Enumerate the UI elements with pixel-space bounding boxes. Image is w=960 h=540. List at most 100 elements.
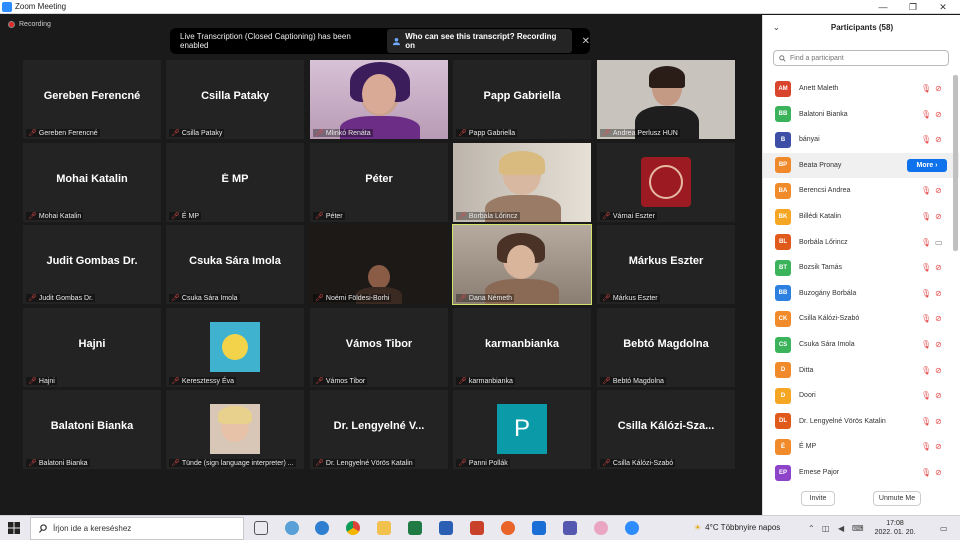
muted-mic-icon[interactable]: 🎙︎ <box>921 289 931 298</box>
file-explorer-icon[interactable] <box>377 521 391 535</box>
muted-mic-icon[interactable]: 🎙︎ <box>921 84 931 93</box>
participant-row[interactable]: D Doori 🎙︎ ⊘ <box>763 383 959 408</box>
participant-row[interactable]: Bbányai 🎙︎ ⊘ <box>763 127 959 152</box>
participant-row[interactable]: BK Billédi Katalin 🎙︎ ⊘ <box>763 204 959 229</box>
video-tile[interactable]: Mohai Katalin 🎤︎ Mohai Katalin <box>23 143 161 222</box>
taskbar-search-input[interactable]: Írjon ide a kereséshez <box>30 517 244 540</box>
unmute-me-button[interactable]: Unmute Me <box>873 491 921 506</box>
language-icon[interactable]: ⌨ <box>852 524 864 533</box>
video-tile[interactable]: Dr. Lengyelné V... 🎤︎ Dr. Lengyelné Vörös … <box>310 390 448 469</box>
muted-mic-icon[interactable]: 🎙︎ <box>921 442 931 451</box>
video-tile[interactable]: Csilla Pataky 🎤︎ Csilla Pataky <box>166 60 304 139</box>
word-icon[interactable] <box>439 521 453 535</box>
muted-mic-icon[interactable]: 🎙︎ <box>921 135 931 144</box>
chrome-icon[interactable] <box>346 521 360 535</box>
video-tile[interactable]: Papp Gabriella 🎤︎ Papp Gabriella <box>453 60 591 139</box>
more-button[interactable]: More › <box>907 158 947 172</box>
muted-mic-icon[interactable]: 🎙︎ <box>921 314 931 323</box>
video-tile[interactable]: 🎤︎ Keresztessy Éva <box>166 308 304 387</box>
video-tile[interactable]: Vámos Tibor 🎤︎ Vámos Tibor <box>310 308 448 387</box>
outlook-icon[interactable] <box>532 521 546 535</box>
zoom-taskbar-icon[interactable] <box>625 521 639 535</box>
muted-mic-icon[interactable]: 🎙︎ <box>921 263 931 272</box>
video-tile[interactable]: Gereben Ferencné 🎤︎ Gereben Ferencné <box>23 60 161 139</box>
camera-on-icon[interactable]: ▭ <box>935 238 943 247</box>
camera-off-icon[interactable]: ⊘ <box>935 135 942 144</box>
tray-chevron-icon[interactable]: ⌃ <box>808 524 815 533</box>
maximize-button[interactable]: ❐ <box>900 0 926 14</box>
notifications-icon[interactable]: ▭ <box>940 524 948 533</box>
participant-search-input[interactable]: Find a participant <box>773 50 949 66</box>
muted-mic-icon[interactable]: 🎙︎ <box>921 340 931 349</box>
camera-off-icon[interactable]: ⊘ <box>935 314 942 323</box>
participant-list-scrollbar[interactable] <box>953 75 958 251</box>
taskbar-clock[interactable]: 17:08 2022. 01. 20. <box>870 519 920 537</box>
participant-row[interactable]: É É MP 🎙︎ ⊘ <box>763 434 959 459</box>
participant-row[interactable]: DL Dr. Lengyelné Vörös Katalin 🎙︎ ⊘ <box>763 409 959 434</box>
participant-row[interactable]: EP Emese Pajor 🎙︎ ⊘ <box>763 460 959 485</box>
muted-mic-icon[interactable]: 🎙︎ <box>921 238 931 247</box>
video-tile[interactable]: 🎤︎ Mlinkó Renáta <box>310 60 448 139</box>
excel-icon[interactable] <box>408 521 422 535</box>
muted-mic-icon[interactable]: 🎙︎ <box>921 391 931 400</box>
camera-off-icon[interactable]: ⊘ <box>935 340 942 349</box>
paint-icon[interactable] <box>594 521 608 535</box>
video-tile[interactable]: Márkus Eszter 🎤︎ Márkus Eszter <box>597 225 735 304</box>
camera-off-icon[interactable]: ⊘ <box>935 366 942 375</box>
camera-off-icon[interactable]: ⊘ <box>935 391 942 400</box>
camera-off-icon[interactable]: ⊘ <box>935 110 942 119</box>
camera-off-icon[interactable]: ⊘ <box>935 84 942 93</box>
camera-off-icon[interactable]: ⊘ <box>935 468 942 477</box>
participant-row[interactable]: BT Bozsik Tamás 🎙︎ ⊘ <box>763 255 959 280</box>
task-view-icon[interactable] <box>254 521 268 535</box>
edge-icon[interactable] <box>315 521 329 535</box>
camera-off-icon[interactable]: ⊘ <box>935 289 942 298</box>
invite-button[interactable]: Invite <box>801 491 835 506</box>
video-tile[interactable]: Bebtó Magdolna 🎤︎ Bebtó Magdolna <box>597 308 735 387</box>
video-tile[interactable]: Judit Gombas Dr. 🎤︎ Judit Gombas Dr. <box>23 225 161 304</box>
video-tile[interactable]: É MP 🎤︎ É MP <box>166 143 304 222</box>
video-tile[interactable]: 🎤︎ Tünde (sign language interpreter) ... <box>166 390 304 469</box>
video-tile[interactable]: 🎤︎ Várnai Eszter <box>597 143 735 222</box>
camera-off-icon[interactable]: ⊘ <box>935 417 942 426</box>
participant-row[interactable]: BL Borbála Lőrincz 🎙︎ ▭ <box>763 230 959 255</box>
participant-row[interactable]: CK Csilla Kálózi-Szabó 🎙︎ ⊘ <box>763 306 959 331</box>
camera-off-icon[interactable]: ⊘ <box>935 442 942 451</box>
video-tile[interactable]: 🎤︎ Noémi Földesi-Borhi <box>310 225 448 304</box>
participant-row[interactable]: BB Balatoni Bianka 🎙︎ ⊘ <box>763 102 959 127</box>
edge-legacy-icon[interactable] <box>285 521 299 535</box>
video-tile[interactable]: Péter 🎤︎ Péter <box>310 143 448 222</box>
collapse-chevron-icon[interactable]: ⌄ <box>773 15 780 41</box>
muted-mic-icon[interactable]: 🎙︎ <box>921 212 931 221</box>
participant-row[interactable]: CS Csuka Sára Imola 🎙︎ ⊘ <box>763 332 959 357</box>
participant-row[interactable]: AM Anett Maleth 🎙︎ ⊘ <box>763 76 959 101</box>
banner-close-button[interactable]: ✕ <box>582 36 590 47</box>
video-tile[interactable]: 🎤︎ Andrea Perlusz HUN <box>597 60 735 139</box>
muted-mic-icon[interactable]: 🎙︎ <box>921 186 931 195</box>
windows-start-icon[interactable] <box>8 522 20 534</box>
participant-row[interactable]: BA Berencsi Andrea 🎙︎ ⊘ <box>763 178 959 203</box>
video-tile[interactable]: 🎤︎ Borbála Lőrincz <box>453 143 591 222</box>
video-tile[interactable]: 🎤︎ Dana Németh <box>452 224 592 305</box>
video-tile[interactable]: Csilla Kálózi-Sza... 🎤︎ Csilla Kálózi-Szab… <box>597 390 735 469</box>
muted-mic-icon[interactable]: 🎙︎ <box>921 417 931 426</box>
close-window-button[interactable]: ✕ <box>930 0 956 14</box>
weather-widget[interactable]: ☀ 4°C Többnyire napos <box>694 523 780 532</box>
participant-row[interactable]: BP Beata Pronay More › <box>763 152 959 178</box>
participant-row[interactable]: D Ditta 🎙︎ ⊘ <box>763 358 959 383</box>
camera-off-icon[interactable]: ⊘ <box>935 212 942 221</box>
video-tile[interactable]: karmanbianka 🎤︎ karmanbianka <box>453 308 591 387</box>
camera-off-icon[interactable]: ⊘ <box>935 186 942 195</box>
muted-mic-icon[interactable]: 🎙︎ <box>921 366 931 375</box>
participant-row[interactable]: BB Buzogány Borbála 🎙︎ ⊘ <box>763 281 959 306</box>
firefox-icon[interactable] <box>501 521 515 535</box>
volume-icon[interactable]: ◀ <box>838 524 844 533</box>
video-tile[interactable]: Balatoni Bianka 🎤︎ Balatoni Bianka <box>23 390 161 469</box>
network-icon[interactable]: ◫ <box>822 524 830 533</box>
minimize-button[interactable]: — <box>870 0 896 14</box>
powerpoint-icon[interactable] <box>470 521 484 535</box>
muted-mic-icon[interactable]: 🎙︎ <box>921 110 931 119</box>
muted-mic-icon[interactable]: 🎙︎ <box>921 468 931 477</box>
video-tile[interactable]: Hajni 🎤︎ Hajni <box>23 308 161 387</box>
camera-off-icon[interactable]: ⊘ <box>935 263 942 272</box>
